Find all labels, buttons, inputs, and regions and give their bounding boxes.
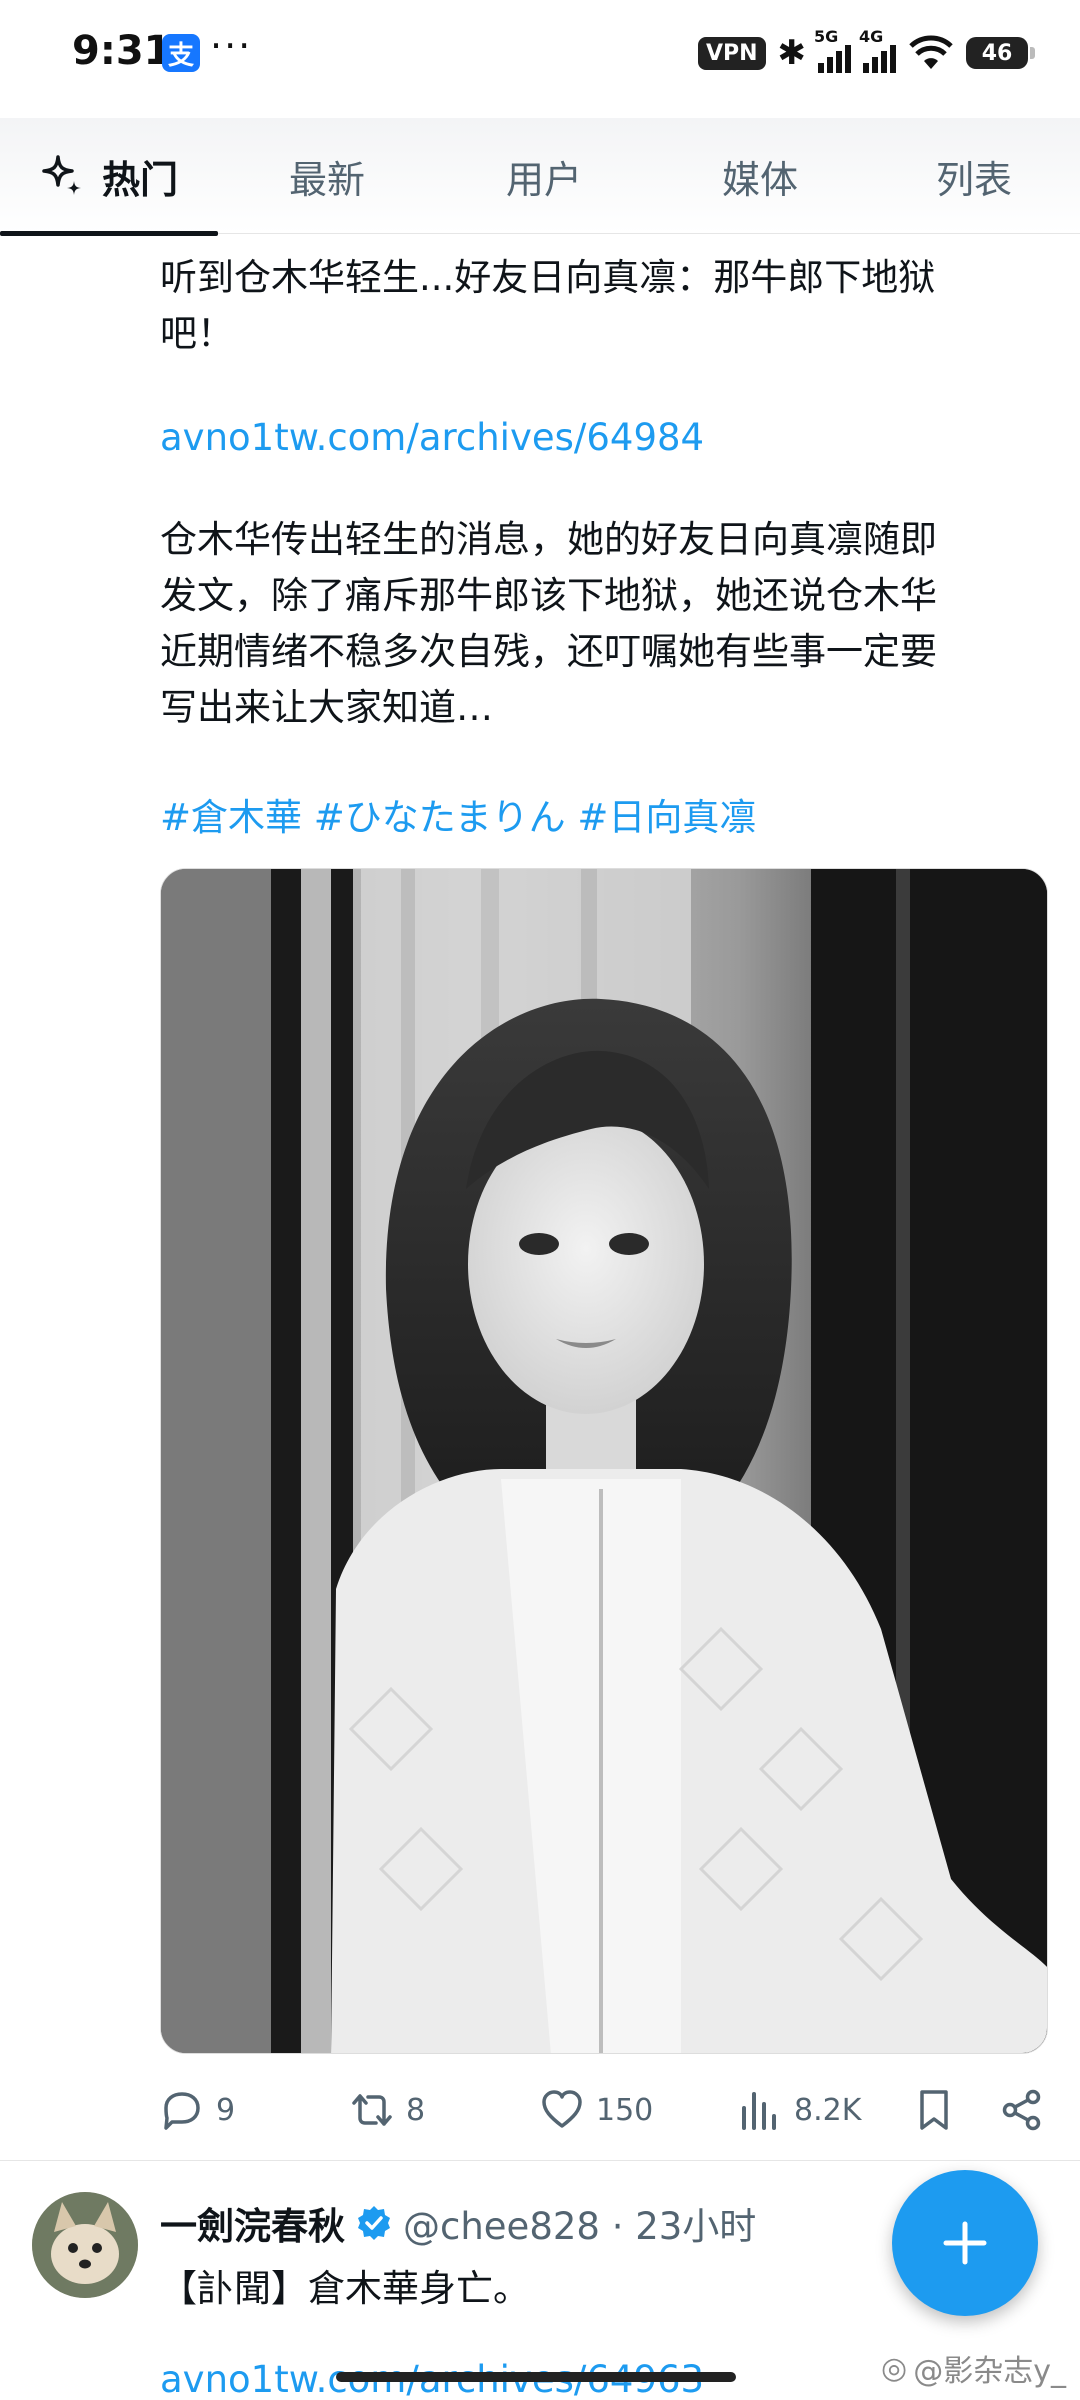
views-icon <box>742 2092 776 2130</box>
post-photo-image <box>161 869 1047 2053</box>
bluetooth-icon: ✱ <box>777 33 807 73</box>
clock: 9:31 <box>72 28 172 74</box>
reply-button[interactable]: 9 <box>160 2075 235 2145</box>
author-handle: @chee828 · 23小时 <box>403 2205 757 2248</box>
bookmark-icon <box>920 2090 948 2130</box>
weibo-icon: ◎ <box>881 2350 908 2386</box>
post-title: 听到仓木华轻生...好友日向真凛：那牛郎下地狱 吧！ <box>160 256 936 355</box>
tab-media[interactable]: 媒体 <box>652 118 868 234</box>
status-bar: 9:31 支 ··· VPN ✱ 5G 4G 46 <box>0 0 1080 110</box>
signal-4g-icon: 4G <box>859 27 896 73</box>
retweet-count: 8 <box>406 2092 426 2128</box>
share-icon <box>1002 2089 1041 2131</box>
heart-icon <box>542 2090 582 2128</box>
tab-lists[interactable]: 列表 <box>868 118 1080 234</box>
tab-users[interactable]: 用户 <box>436 118 652 234</box>
active-tab-indicator <box>0 231 218 236</box>
like-count: 150 <box>596 2092 654 2128</box>
tab-hot[interactable]: 热门 <box>0 118 218 236</box>
watermark: ◎ @影杂志y_ <box>881 2346 1066 2390</box>
compose-button[interactable] <box>892 2170 1038 2316</box>
views-button[interactable]: 8.2K <box>738 2075 861 2145</box>
more-notifications-icon: ··· <box>210 24 253 68</box>
bookmark-button[interactable] <box>912 2075 956 2145</box>
tab-latest-label: 最新 <box>288 157 365 202</box>
alipay-icon: 支 <box>162 34 200 72</box>
tab-latest[interactable]: 最新 <box>218 118 436 234</box>
next-post-text: 【訃聞】倉木華身亡。 <box>160 2267 530 2310</box>
sparkle-icon <box>42 155 81 195</box>
post-actions: 9 8 150 8.2K <box>160 2075 1041 2145</box>
author-name[interactable]: 一劍浣春秋 <box>160 2196 345 2250</box>
tab-hot-label: 热门 <box>101 157 178 202</box>
post-link[interactable]: avno1tw.com/archives/64984 <box>160 410 1050 466</box>
next-post-header: 一劍浣春秋 @chee828 · 23小时 <box>160 2196 756 2250</box>
home-indicator[interactable] <box>336 2372 736 2382</box>
status-icons: VPN ✱ 5G 4G 46 <box>697 27 1035 76</box>
avatar[interactable] <box>32 2192 138 2298</box>
verified-badge-icon <box>358 2206 390 2240</box>
post-photo[interactable] <box>160 868 1048 2054</box>
tab-lists-label: 列表 <box>935 157 1012 202</box>
like-button[interactable]: 150 <box>540 2075 653 2145</box>
post-divider <box>0 2160 1080 2161</box>
tab-bar: 热门 最新 用户 媒体 列表 <box>0 118 1080 236</box>
post-body: 仓木华传出轻生的消息，她的好友日向真凛随即 发文，除了痛斥那牛郎该下地狱，她还说… <box>160 518 937 729</box>
views-count: 8.2K <box>794 2092 862 2128</box>
retweet-icon <box>352 2094 392 2126</box>
tab-media-label: 媒体 <box>721 157 798 202</box>
reply-count: 9 <box>216 2092 236 2128</box>
share-button[interactable] <box>1000 2075 1044 2145</box>
signal-5g-icon: 5G <box>814 27 851 73</box>
dog-avatar-image <box>32 2192 138 2298</box>
watermark-text: @影杂志y_ <box>913 2354 1066 2389</box>
vpn-badge: VPN <box>697 36 766 70</box>
battery-icon: 46 <box>966 37 1035 69</box>
tab-users-label: 用户 <box>505 157 582 202</box>
wifi-icon <box>909 35 953 69</box>
post-hashtags[interactable]: #倉木華 #ひなたまりん #日向真凛 <box>160 790 1050 846</box>
reply-icon <box>164 2092 200 2130</box>
retweet-button[interactable]: 8 <box>350 2075 425 2145</box>
plus-icon <box>943 2221 987 2265</box>
